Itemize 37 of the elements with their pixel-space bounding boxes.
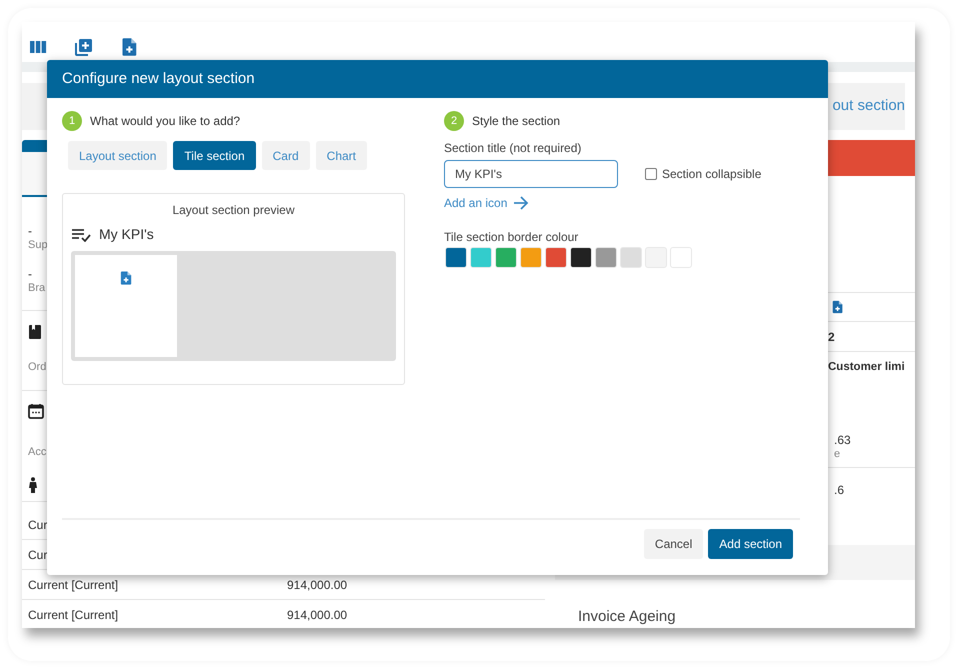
title-input[interactable]: My KPI's bbox=[444, 160, 618, 188]
type-tab[interactable]: Layout section bbox=[68, 141, 168, 170]
table-cell-text: 914,000.00 bbox=[287, 606, 348, 624]
step-label: What would you like to add? bbox=[90, 113, 240, 130]
chart-title: Invoice Ageing bbox=[578, 608, 676, 625]
field-label: Tile section border colour bbox=[444, 229, 580, 245]
type-tab[interactable]: Tile section bbox=[173, 141, 256, 170]
table-cell-text: 914,000.00 bbox=[287, 576, 348, 594]
value-text: .63 bbox=[834, 433, 851, 447]
type-tab[interactable]: Chart bbox=[316, 141, 367, 170]
field-label: Acc bbox=[28, 445, 46, 459]
value-caption: e bbox=[834, 447, 840, 461]
dialog-title: Configure new layout section bbox=[62, 68, 255, 89]
step-number: 1 bbox=[62, 111, 82, 131]
field-label: Section title (not required) bbox=[444, 140, 582, 156]
table-cell-text: Cur bbox=[28, 546, 48, 564]
field-label: Ord bbox=[28, 360, 46, 374]
table-cell-text: Current [Current] bbox=[28, 606, 120, 624]
table-cell-text: Cur bbox=[28, 516, 48, 534]
preview-title: Layout section preview bbox=[171, 202, 296, 218]
field-label: Sup bbox=[28, 238, 48, 252]
preview-section-title: My KPI's bbox=[99, 225, 154, 244]
add-icon-link[interactable]: Add an icon bbox=[444, 194, 530, 212]
table-cell-text: Current [Current] bbox=[28, 576, 120, 594]
field-label: Bra bbox=[28, 281, 46, 295]
checkbox-label: Section collapsible bbox=[662, 166, 762, 183]
section-heading: out section bbox=[832, 96, 905, 116]
step-number: 2 bbox=[444, 111, 464, 131]
step-label: Style the section bbox=[472, 113, 560, 130]
type-tab[interactable]: Card bbox=[262, 141, 310, 170]
field-value: - bbox=[28, 267, 32, 281]
count-value: 2 bbox=[828, 328, 835, 346]
add-section-button[interactable]: Add section bbox=[708, 528, 793, 558]
column-header: Customer limi bbox=[828, 361, 905, 373]
field-value: - bbox=[28, 224, 32, 238]
value-text: .6 bbox=[834, 483, 844, 497]
cancel-button[interactable]: Cancel bbox=[644, 528, 704, 558]
